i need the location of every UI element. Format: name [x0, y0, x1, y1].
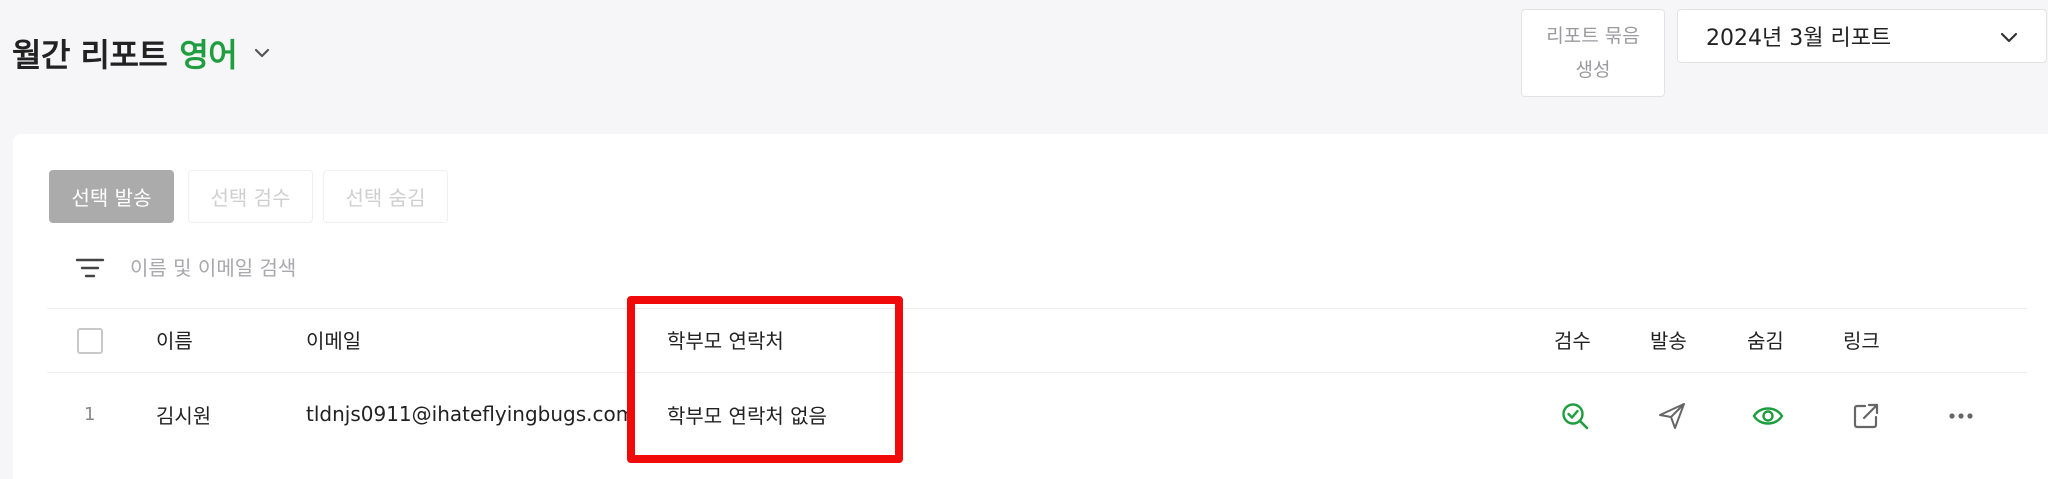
eye-icon[interactable]	[1751, 399, 1785, 433]
row-parent-contact: 학부모 연락처 없음	[667, 403, 827, 428]
filter-icon[interactable]	[75, 256, 105, 280]
chevron-down-icon	[2000, 24, 2018, 49]
column-header-review: 검수	[1554, 328, 1591, 353]
bundle-button-line2: 생성	[1575, 59, 1611, 81]
row-name: 김시원	[156, 403, 212, 428]
page-title: 월간 리포트	[12, 36, 168, 74]
divider	[47, 372, 2027, 373]
send-selected-button[interactable]: 선택 발송	[49, 170, 174, 223]
more-icon[interactable]	[1944, 399, 1978, 433]
report-panel: 선택 발송 선택 검수 선택 숨김 이름 이메일 학부모 연락처 검수 발송 숨…	[13, 134, 2048, 479]
select-all-checkbox[interactable]	[77, 328, 103, 354]
column-header-name: 이름	[156, 328, 193, 353]
send-icon[interactable]	[1655, 399, 1689, 433]
divider	[47, 308, 2027, 309]
bundle-button-line1: 리포트 묶음	[1546, 25, 1640, 47]
subject-selector-label[interactable]: 영어	[179, 30, 237, 76]
row-email: tldnjs0911@ihateflyingbugs.com	[306, 402, 636, 426]
column-header-link: 링크	[1843, 328, 1880, 353]
column-header-parent-contact: 학부모 연락처	[667, 328, 784, 353]
column-header-send: 발송	[1650, 328, 1687, 353]
create-report-bundle-button[interactable]: 리포트 묶음 생성	[1521, 9, 1665, 97]
row-index: 1	[84, 403, 96, 425]
month-report-select[interactable]: 2024년 3월 리포트	[1677, 9, 2047, 63]
hide-selected-button[interactable]: 선택 숨김	[323, 170, 448, 223]
review-selected-button[interactable]: 선택 검수	[188, 170, 313, 223]
review-search-check-icon[interactable]	[1558, 399, 1592, 433]
search-input[interactable]	[130, 256, 730, 280]
column-header-email: 이메일	[306, 328, 362, 353]
page-header: 월간 리포트 영어	[12, 30, 273, 76]
column-header-hide: 숨김	[1747, 328, 1784, 353]
external-link-icon[interactable]	[1849, 399, 1883, 433]
month-select-value: 2024년 3월 리포트	[1706, 26, 1892, 51]
chevron-down-icon[interactable]	[251, 42, 273, 64]
search-bar	[75, 252, 730, 284]
